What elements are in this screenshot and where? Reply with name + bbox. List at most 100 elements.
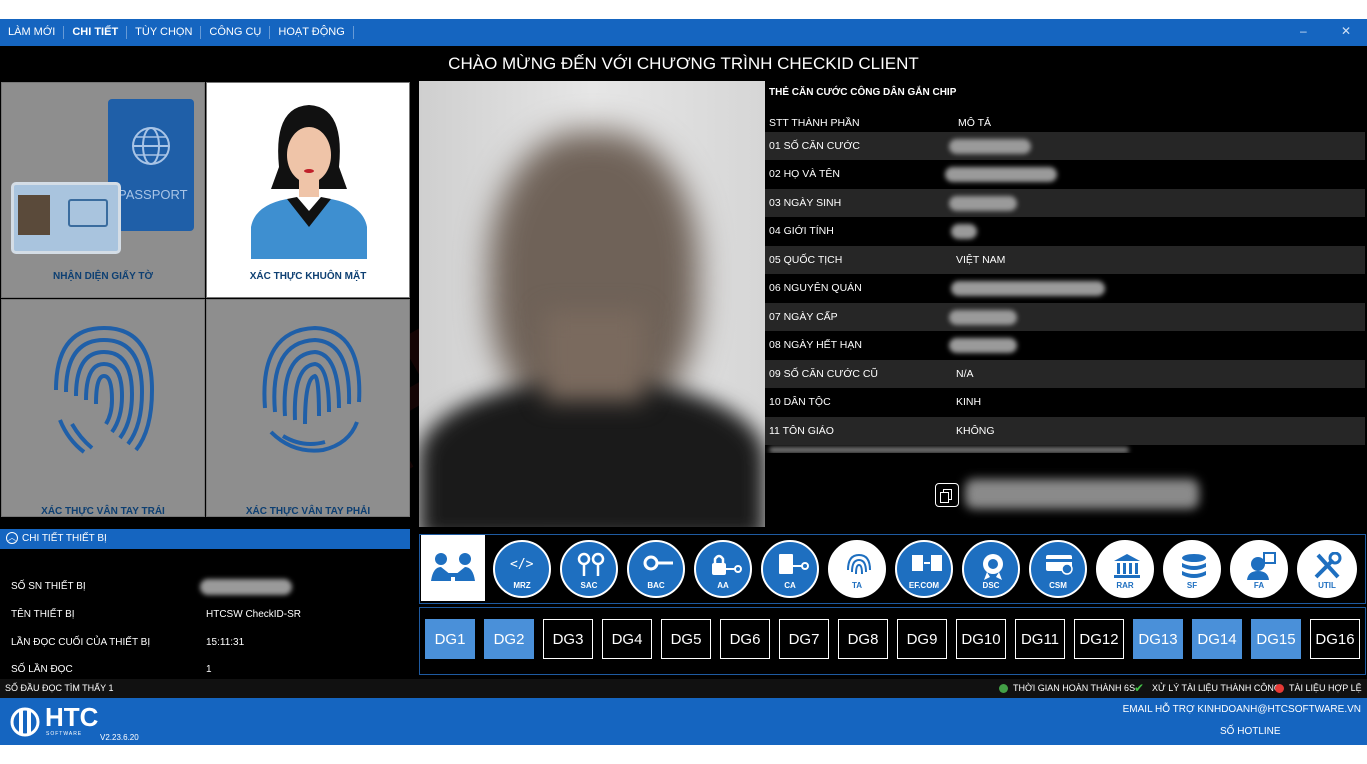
tool-sf-button[interactable]: SF: [1163, 540, 1221, 598]
tool-sac-button[interactable]: SAC: [560, 540, 618, 598]
menu-refresh[interactable]: LÀM MỚI: [0, 26, 65, 39]
dg-button-10[interactable]: DG10: [956, 619, 1006, 659]
code-icon: </>: [510, 557, 534, 572]
device-last-read-value: 15:11:31: [206, 637, 245, 648]
id-card-icon: [11, 182, 121, 254]
logo-text: HTC: [45, 702, 99, 732]
tool-aa-button[interactable]: AA: [694, 540, 752, 598]
page-title: CHÀO MỪNG ĐẾN VỚI CHƯƠNG TRÌNH CHECKID C…: [448, 54, 919, 73]
menu-options[interactable]: TÙY CHỌN: [127, 26, 202, 39]
tile-face-verify[interactable]: XÁC THỰC KHUÔN MẶT: [206, 82, 410, 298]
fingerprint-icon: [847, 553, 871, 575]
menu-activity[interactable]: HOẠT ĐỘNG: [270, 26, 354, 39]
device-name-label: TÊN THIẾT BỊ: [11, 609, 75, 620]
dg-button-5[interactable]: DG5: [661, 619, 711, 659]
dg-button-7[interactable]: DG7: [779, 619, 829, 659]
woman-avatar-icon: [251, 105, 367, 259]
close-button[interactable]: ✕: [1341, 24, 1351, 38]
device-serial-value-redacted: [200, 579, 292, 595]
device-last-read-label: LẦN ĐỌC CUỐI CỦA THIẾT BỊ: [11, 637, 151, 648]
lock-key-icon: [712, 554, 742, 575]
portrait-photo: [419, 81, 765, 527]
table-row: 07 NGÀY CẤP: [765, 303, 1365, 331]
table-row: 11 TÔN GIÁO KHÔNG: [765, 417, 1365, 445]
table-row: 06 NGUYÊN QUÁN: [765, 274, 1365, 302]
tile-left-fingerprint[interactable]: XÁC THỰC VÂN TAY TRÁI: [1, 299, 205, 517]
clock-status-icon: [999, 684, 1008, 693]
dg-button-9[interactable]: DG9: [897, 619, 947, 659]
dg-button-3[interactable]: DG3: [543, 619, 593, 659]
people-reading-icon: [431, 553, 475, 581]
device-name-value: HTCSW CheckID-SR: [206, 609, 302, 620]
svg-text:</>: </>: [510, 557, 534, 572]
tile-id-document[interactable]: PASSPORT NHẬN DIỆN GIẤY TỜ: [1, 82, 205, 298]
tool-ta-button[interactable]: TA: [828, 540, 886, 598]
dg-button-8[interactable]: DG8: [838, 619, 888, 659]
copy-icon[interactable]: [935, 483, 959, 507]
dg-button-15[interactable]: DG15: [1251, 619, 1301, 659]
column-header-description: MÔ TẢ: [958, 117, 992, 129]
tile-right-fingerprint[interactable]: XÁC THỰC VÂN TAY PHẢI: [206, 299, 410, 517]
tool-efcom-button[interactable]: EF.COM: [895, 540, 953, 598]
certificate-badge-icon: [983, 554, 1003, 580]
tool-mrz-button[interactable]: </> MRZ: [493, 540, 551, 598]
tool-aa-label: AA: [717, 581, 729, 590]
table-row-partial: [765, 445, 1365, 453]
tool-rar-button[interactable]: RAR: [1096, 540, 1154, 598]
key-icon: [643, 555, 673, 571]
tools-icon: [1314, 552, 1342, 579]
check-status-icon: ✔: [1134, 681, 1145, 695]
tool-util-label: UTIL: [1318, 581, 1336, 590]
menu-details[interactable]: CHI TIẾT: [64, 26, 128, 39]
hotline-label: SỐ HOTLINE: [1220, 726, 1281, 737]
table-row: 08 NGÀY HẾT HẠN: [765, 331, 1365, 359]
logo-subtext: SOFTWARE: [46, 731, 83, 737]
tool-ca-button[interactable]: CA: [761, 540, 819, 598]
version-label: V2.23.6.20: [100, 733, 139, 742]
bank-icon: [1114, 554, 1140, 578]
tool-csm-label: CSM: [1049, 581, 1067, 590]
device-detail-title: CHI TIẾT THIẾT BỊ: [22, 533, 107, 544]
tile-right-fingerprint-label: XÁC THỰC VÂN TAY PHẢI: [245, 506, 371, 517]
mrz-text-redacted: [965, 479, 1199, 509]
dg-button-16[interactable]: DG16: [1310, 619, 1360, 659]
tool-util-button[interactable]: UTIL: [1297, 540, 1357, 598]
dg-button-6[interactable]: DG6: [720, 619, 770, 659]
tool-bac-button[interactable]: BAC: [627, 540, 685, 598]
dg-button-12[interactable]: DG12: [1074, 619, 1124, 659]
tool-csm-button[interactable]: CSM: [1029, 540, 1087, 598]
menu-tools[interactable]: CÔNG CỤ: [201, 26, 271, 39]
tile-left-fingerprint-label: XÁC THỰC VÂN TAY TRÁI: [41, 506, 165, 517]
table-row: 09 SỐ CĂN CƯỚC CŨ N/A: [765, 360, 1365, 388]
table-row: 05 QUỐC TỊCH VIỆT NAM: [765, 246, 1365, 274]
tool-bac-label: BAC: [647, 581, 665, 590]
device-detail-header[interactable]: ︿ CHI TIẾT THIẾT BỊ: [0, 529, 410, 549]
tile-id-document-label: NHẬN DIỆN GIẤY TỜ: [52, 271, 154, 282]
key-pair-icon: [577, 552, 605, 576]
device-serial-label: SỐ SN THIẾT BỊ: [11, 581, 86, 592]
users-reading-button[interactable]: [421, 535, 485, 601]
dg-button-14[interactable]: DG14: [1192, 619, 1242, 659]
dg-button-13[interactable]: DG13: [1133, 619, 1183, 659]
tool-sf-label: SF: [1186, 581, 1198, 590]
device-detail-panel: ︿ CHI TIẾT THIẾT BỊ SỐ SN THIẾT BỊ TÊN TH…: [0, 529, 410, 676]
reader-count-status: SỐ ĐẦU ĐỌC TÌM THẤY 1: [5, 683, 114, 693]
database-icon: [1182, 554, 1206, 578]
minimize-button[interactable]: –: [1300, 24, 1307, 38]
collapse-chevron-icon[interactable]: ︿: [6, 532, 18, 545]
tool-dsc-label: DSC: [982, 581, 1000, 590]
dg-button-4[interactable]: DG4: [602, 619, 652, 659]
status-bar: SỐ ĐẦU ĐỌC TÌM THẤY 1 THỜI GIAN HOÀN THÀ…: [0, 679, 1367, 698]
dg-button-2[interactable]: DG2: [484, 619, 534, 659]
tool-dsc-button[interactable]: DSC: [962, 540, 1020, 598]
tool-fa-button[interactable]: FA: [1230, 540, 1288, 598]
file-transfer-icon: [912, 555, 942, 571]
table-row: 04 GIỚI TÍNH: [765, 217, 1365, 245]
table-row: 01 SỐ CĂN CƯỚC: [765, 132, 1365, 160]
document-key-icon: [779, 554, 809, 574]
dg-button-11[interactable]: DG11: [1015, 619, 1065, 659]
support-email: EMAIL HỖ TRỢ KINHDOANH@HTCSOFTWARE.VN: [1122, 704, 1361, 715]
dg-button-1[interactable]: DG1: [425, 619, 475, 659]
passport-text: PASSPORT: [118, 187, 188, 202]
tool-efcom-label: EF.COM: [908, 581, 940, 590]
